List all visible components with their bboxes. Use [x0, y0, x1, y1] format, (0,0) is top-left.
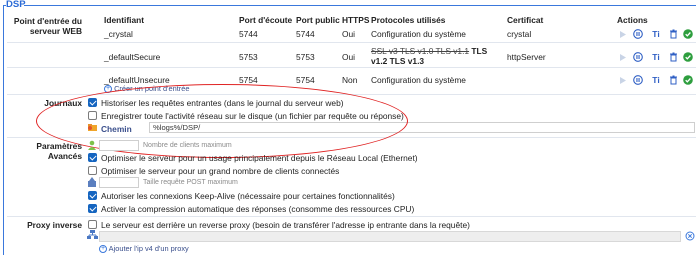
compression-label[interactable]: Activer la compression automatique des r… [101, 204, 414, 214]
network-icon [87, 230, 98, 242]
cell-https: Non [342, 75, 358, 85]
opt-local-label[interactable]: Optimiser le serveur pour un usage princ… [101, 153, 418, 163]
protocols-enabled-2: v1.2 TLS v1.3 [371, 56, 425, 66]
col-header-id: Identifiant [104, 15, 145, 25]
trace-icon[interactable]: Ti [651, 29, 661, 39]
section-label-params: Paramètres Avancés [36, 141, 82, 161]
play-icon[interactable] [617, 75, 627, 85]
play-icon[interactable] [617, 29, 627, 39]
pause-icon[interactable] [633, 52, 643, 62]
max-clients-hint: Nombre de clients maximum [143, 142, 232, 149]
keepalive-checkbox[interactable] [88, 191, 97, 200]
fieldset-border-left [3, 5, 4, 255]
cell-public-port: 5753 [296, 52, 315, 62]
opt-many-checkbox[interactable] [88, 166, 97, 175]
status-ok-icon[interactable] [683, 75, 693, 85]
cell-id: _defaultSecure [104, 52, 161, 62]
row-divider [7, 42, 696, 43]
cell-https: Oui [342, 29, 356, 39]
post-size-input[interactable] [99, 177, 139, 188]
proxy-label[interactable]: Le serveur est derrière un reverse proxy… [101, 220, 470, 230]
fieldset-legend: DSP [6, 0, 26, 10]
protocols-enabled-1: TLS [471, 46, 488, 56]
cell-cert: httpServer [507, 52, 546, 62]
opt-local-checkbox[interactable] [88, 153, 97, 162]
trace-icon[interactable]: Ti [651, 52, 661, 62]
pause-icon[interactable] [633, 75, 643, 85]
opt-many-label[interactable]: Optimiser le serveur pour un grand nombr… [101, 166, 339, 176]
cell-protocols: Configuration du système [371, 29, 466, 39]
add-circle-icon: + [99, 245, 107, 254]
keepalive-label[interactable]: Autoriser les connexions Keep-Alive (néc… [101, 191, 395, 201]
add-proxy-ip-link[interactable]: + Ajouter l'ip v4 d'un proxy [99, 244, 189, 254]
col-header-https: HTTPS [342, 15, 370, 25]
col-header-protocols: Protocoles utilisés [371, 15, 446, 25]
delete-icon[interactable] [668, 52, 678, 62]
proxy-ip-input[interactable] [99, 231, 681, 242]
pause-icon[interactable] [633, 29, 643, 39]
max-clients-input[interactable] [99, 140, 139, 151]
delete-icon[interactable] [668, 75, 678, 85]
col-header-actions: Actions [617, 15, 648, 25]
cell-id: _crystal [104, 29, 133, 39]
trace-icon[interactable]: Ti [651, 75, 661, 85]
cell-https: Oui [342, 52, 356, 62]
section-divider [7, 216, 696, 217]
cell-public-port: 5744 [296, 29, 315, 39]
play-icon[interactable] [617, 52, 627, 62]
status-ok-icon[interactable] [683, 29, 693, 39]
cell-port: 5744 [239, 29, 258, 39]
proxy-checkbox[interactable] [88, 220, 97, 229]
cell-protocols: SSL v3 TLS v1.0 TLS v1.1 TLS [371, 46, 487, 56]
col-header-port: Port d'écoute [239, 15, 293, 25]
upload-icon [87, 177, 97, 190]
cell-public-port: 5754 [296, 75, 315, 85]
cell-protocols: Configuration du système [371, 75, 466, 85]
section-label-entry: Point d'entrée du serveur WEB [13, 16, 82, 36]
clear-icon[interactable] [685, 231, 695, 243]
post-size-hint: Taille requête POST maximum [143, 179, 238, 186]
section-label-proxy: Proxy inverse [27, 220, 82, 230]
compression-checkbox[interactable] [88, 204, 97, 213]
col-header-cert: Certificat [507, 15, 544, 25]
protocols-disabled: SSL v3 TLS v1.0 TLS v1.1 [371, 46, 470, 56]
cell-port: 5753 [239, 52, 258, 62]
cell-cert: crystal [507, 29, 532, 39]
users-icon [87, 140, 97, 153]
fieldset-border [24, 5, 696, 6]
col-header-public: Port public [296, 15, 340, 25]
row-divider [7, 67, 696, 68]
delete-icon[interactable] [668, 29, 678, 39]
status-ok-icon[interactable] [683, 52, 693, 62]
